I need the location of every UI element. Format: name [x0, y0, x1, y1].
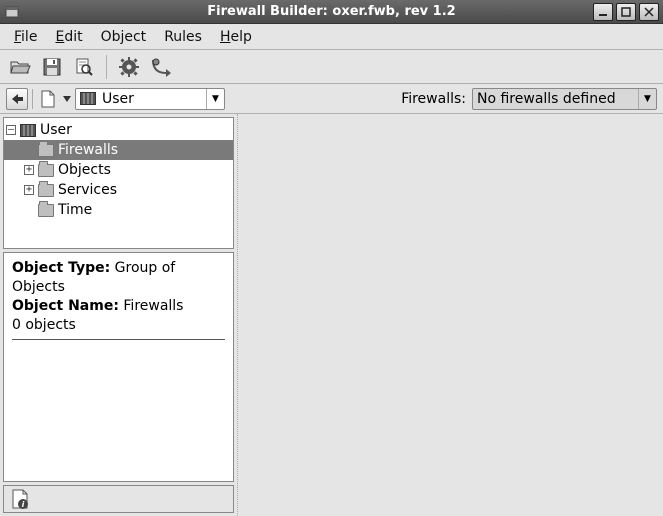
menu-rules[interactable]: Rules	[156, 27, 210, 47]
tree-item-time[interactable]: Time	[4, 200, 233, 220]
toolbar	[0, 50, 663, 84]
properties-divider	[12, 339, 225, 340]
object-name-label: Object Name:	[12, 298, 119, 314]
folder-icon	[38, 204, 54, 217]
properties-toolbar: i	[3, 485, 234, 513]
dropdown-arrow-icon[interactable]	[63, 96, 71, 102]
titlebar: Firewall Builder: oxer.fwb, rev 1.2	[0, 0, 663, 24]
tree-item-label: Firewalls	[58, 142, 118, 158]
save-icon	[42, 57, 62, 77]
install-icon	[150, 56, 172, 78]
new-page-icon	[40, 90, 56, 108]
titlebar-buttons	[593, 3, 659, 21]
menu-object[interactable]: Object	[93, 27, 155, 47]
tree-root-user[interactable]: ‒ User	[4, 120, 233, 140]
menu-help[interactable]: Help	[212, 27, 260, 47]
library-selector[interactable]: User ▼	[75, 88, 225, 110]
tree-item-label: Time	[58, 202, 92, 218]
close-button[interactable]	[639, 3, 659, 21]
back-button[interactable]	[6, 88, 28, 110]
compile-button[interactable]	[115, 53, 143, 81]
menubar: File Edit Object Rules Help	[0, 24, 663, 50]
object-name-value: Firewalls	[123, 298, 183, 314]
tree-item-label: Services	[58, 182, 117, 198]
menu-file[interactable]: File	[6, 27, 45, 47]
menu-edit[interactable]: Edit	[47, 27, 90, 47]
toolbar-separator	[106, 55, 107, 79]
gear-icon	[118, 56, 140, 78]
chevron-down-icon[interactable]: ▼	[206, 89, 224, 109]
app-icon	[4, 4, 20, 20]
tree-item-services[interactable]: + Services	[4, 180, 233, 200]
firewall-selector[interactable]: No firewalls defined ▼	[472, 88, 657, 110]
object-type-label: Object Type:	[12, 260, 110, 276]
folder-icon	[38, 184, 54, 197]
window-title: Firewall Builder: oxer.fwb, rev 1.2	[0, 0, 663, 24]
tree-item-label: Objects	[58, 162, 111, 178]
folder-icon	[38, 144, 54, 157]
library-icon	[20, 124, 36, 137]
content-area: ‒ User Firewalls + Objects	[0, 114, 663, 516]
tree-item-firewalls[interactable]: Firewalls	[4, 140, 233, 160]
library-selected-text: User	[102, 91, 134, 107]
collapse-icon[interactable]: ‒	[6, 125, 16, 135]
find-button[interactable]	[70, 53, 98, 81]
object-tree[interactable]: ‒ User Firewalls + Objects	[3, 117, 234, 249]
minimize-button[interactable]	[593, 3, 613, 21]
object-count-text: 0 objects	[12, 316, 225, 335]
expand-icon[interactable]: +	[24, 185, 34, 195]
info-button[interactable]: i	[8, 488, 32, 510]
folder-icon	[38, 164, 54, 177]
back-arrow-icon	[10, 93, 24, 105]
left-panel: ‒ User Firewalls + Objects	[0, 114, 237, 516]
properties-panel: Object Type: Group of Objects Object Nam…	[3, 252, 234, 482]
app-window: Firewall Builder: oxer.fwb, rev 1.2 File…	[0, 0, 663, 516]
maximize-button[interactable]	[616, 3, 636, 21]
expand-icon[interactable]: +	[24, 165, 34, 175]
install-button[interactable]	[147, 53, 175, 81]
firewalls-label: Firewalls:	[401, 91, 468, 107]
save-button[interactable]	[38, 53, 66, 81]
open-button[interactable]	[6, 53, 34, 81]
tree-root-label: User	[40, 122, 72, 138]
rules-panel	[237, 114, 663, 516]
new-object-button[interactable]	[37, 88, 59, 110]
open-folder-icon	[9, 57, 31, 77]
library-icon	[80, 92, 96, 105]
page-info-icon: i	[11, 489, 29, 509]
firewall-selected-text: No firewalls defined	[477, 91, 616, 107]
find-icon	[74, 57, 94, 77]
chevron-down-icon[interactable]: ▼	[638, 89, 656, 109]
navbar: User ▼ Firewalls: No firewalls defined ▼	[0, 84, 663, 114]
nav-separator	[32, 89, 33, 109]
tree-item-objects[interactable]: + Objects	[4, 160, 233, 180]
svg-text:i: i	[22, 500, 25, 509]
